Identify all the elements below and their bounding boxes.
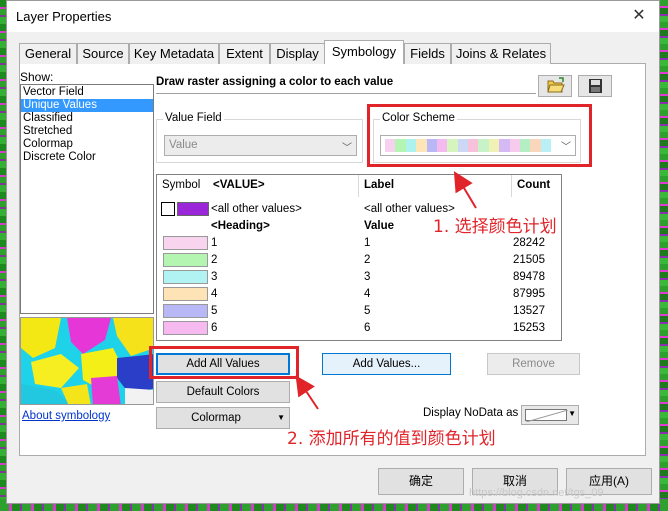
arrow-to-color-scheme [453, 171, 477, 209]
tab-symbology[interactable]: Symbology [324, 40, 404, 64]
annotation-step1: 1. 选择颜色计划 [433, 217, 557, 237]
annotation-step2: 2. 添加所有的值到颜色计划 [287, 429, 496, 449]
arrow-to-add-all-values [295, 375, 319, 410]
